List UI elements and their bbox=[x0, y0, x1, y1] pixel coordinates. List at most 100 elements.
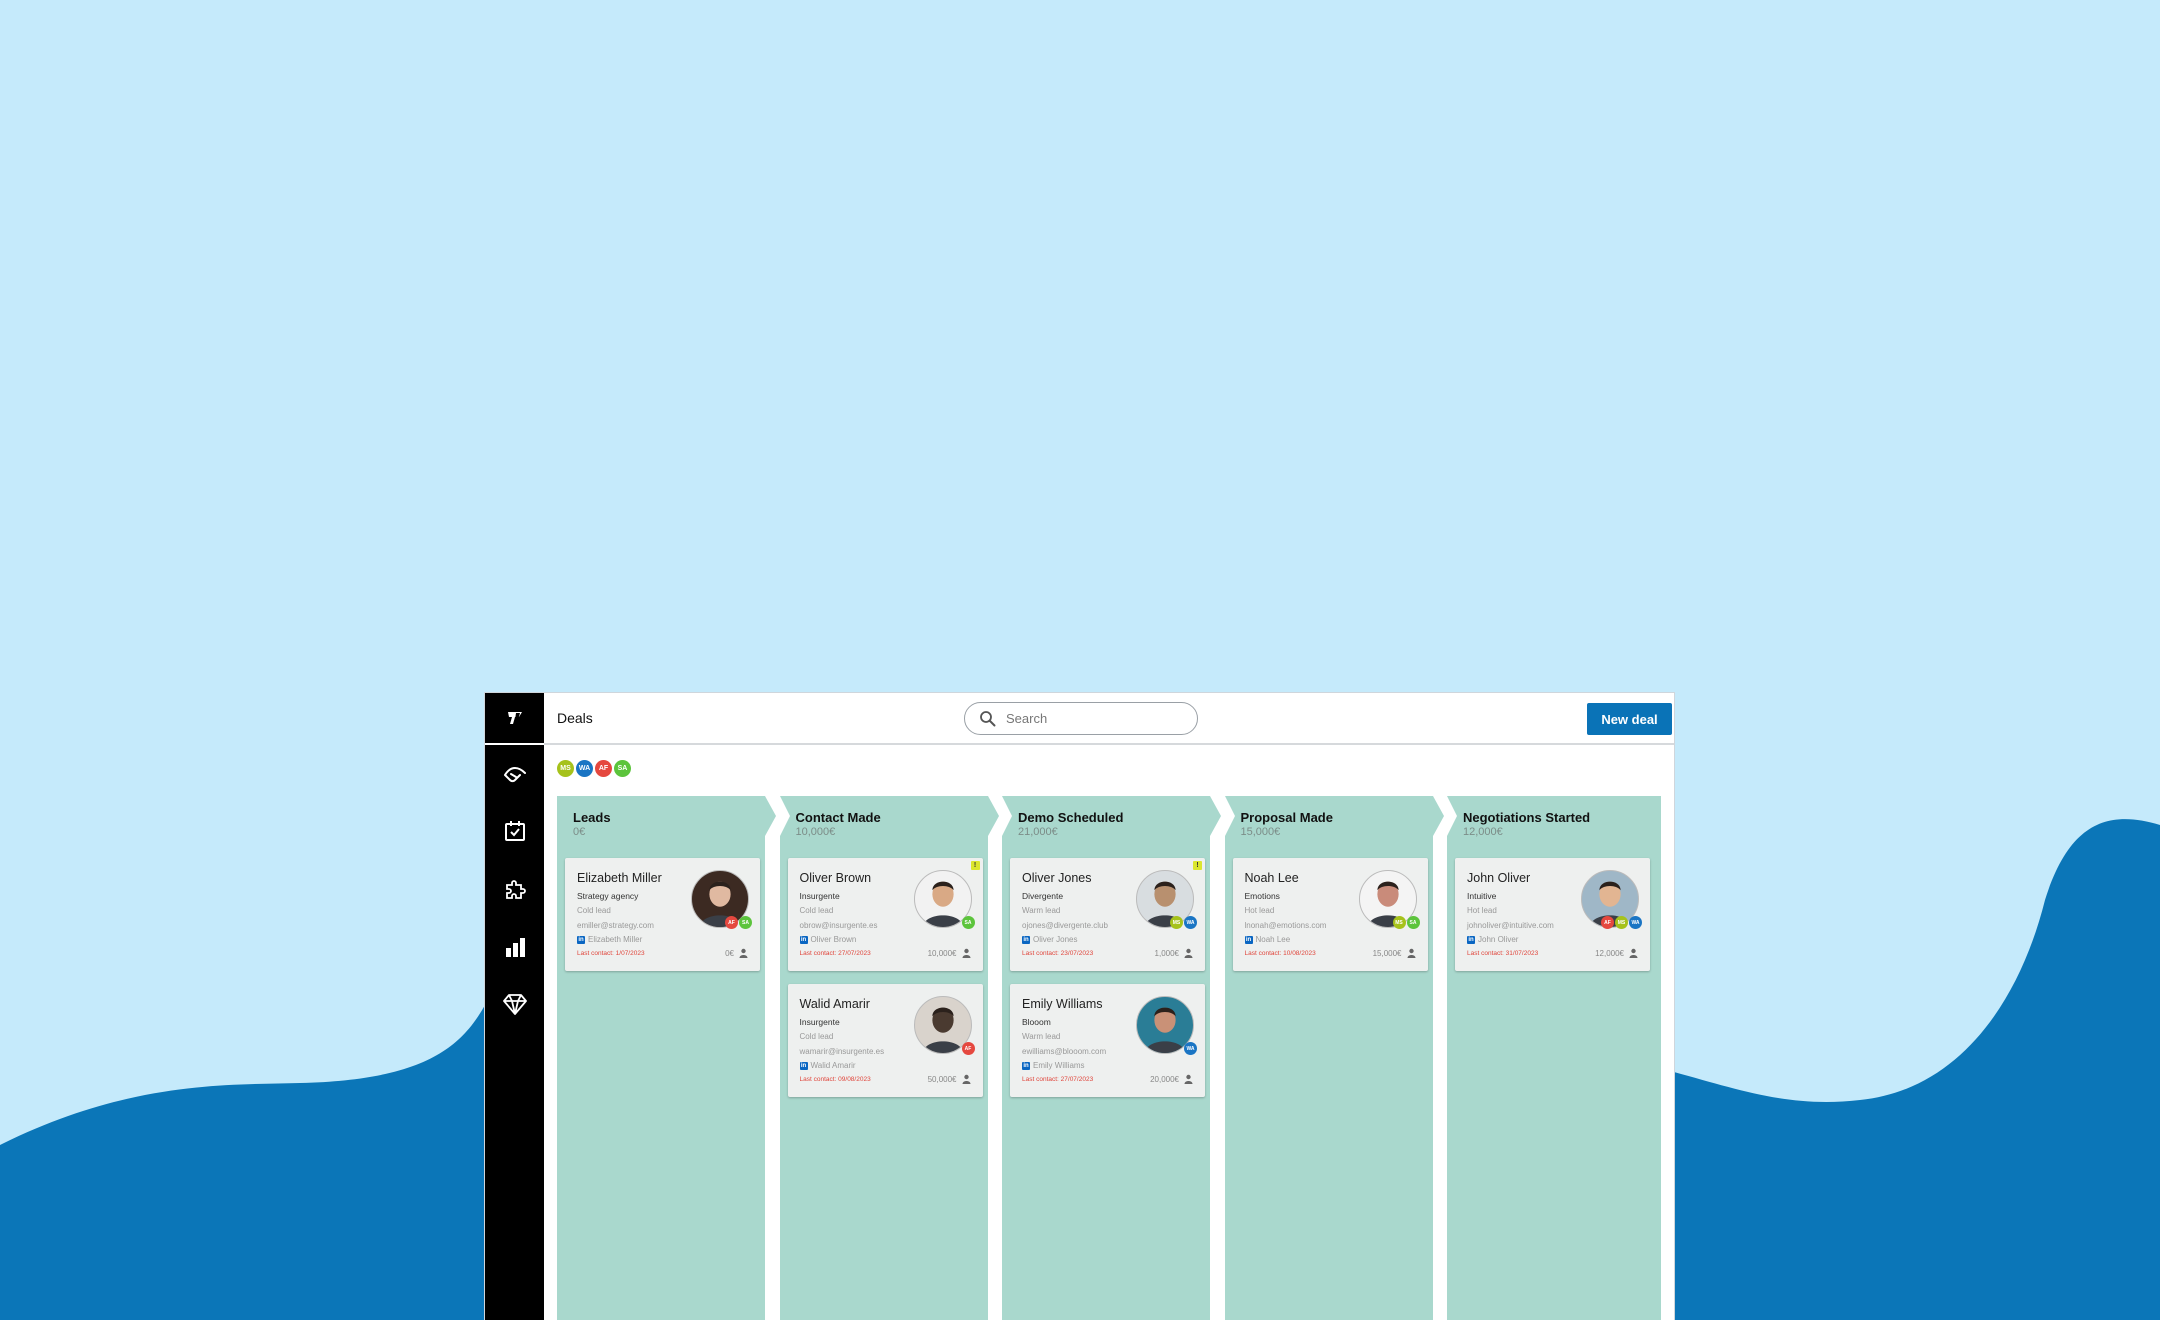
owner-badges: MS WA bbox=[1170, 916, 1197, 929]
last-contact: Last contact: 27/07/2023 bbox=[1022, 1076, 1094, 1083]
puzzle-icon bbox=[506, 880, 526, 899]
owner-icon[interactable] bbox=[1184, 948, 1193, 958]
contact-email[interactable]: ojones@divergente.club bbox=[1022, 921, 1108, 930]
pipeline-column: Leads 0€ Elizabeth Miller Strategy agency Co… bbox=[557, 796, 779, 1320]
owner-icon[interactable] bbox=[1629, 948, 1638, 958]
linkedin-name: Oliver Jones bbox=[1033, 935, 1078, 944]
owner-badge: MS bbox=[1615, 916, 1628, 929]
user-filter-chip[interactable]: SA bbox=[614, 760, 631, 777]
deal-amount: 12,000€ bbox=[1595, 949, 1624, 958]
new-deal-button[interactable]: New deal bbox=[1587, 703, 1672, 735]
deal-card[interactable]: Emily Williams Blooom Warm lead ewilliams@b… bbox=[1010, 984, 1205, 1097]
sidebar-item-integrations[interactable] bbox=[501, 875, 529, 903]
contact-email[interactable]: johnoliver@intuitive.com bbox=[1467, 921, 1554, 930]
sidebar-item-tasks[interactable] bbox=[501, 817, 529, 845]
last-contact: Last contact: 1/07/2023 bbox=[577, 950, 645, 957]
company-name: Strategy agency bbox=[577, 891, 639, 901]
contact-email[interactable]: emiller@strategy.com bbox=[577, 921, 654, 930]
lead-status: Warm lead bbox=[1022, 1032, 1061, 1041]
owner-badge: WA bbox=[1184, 1042, 1197, 1055]
alert-icon: ! bbox=[970, 861, 980, 870]
owner-badges: AF bbox=[961, 1042, 975, 1055]
contact-name: Oliver Jones bbox=[1022, 871, 1092, 885]
linkedin-link[interactable]: in John Oliver bbox=[1467, 935, 1518, 944]
app-logo[interactable] bbox=[485, 693, 544, 745]
owner-icon[interactable] bbox=[739, 948, 748, 958]
owner-badges: AF MS WA bbox=[1601, 916, 1642, 929]
user-filter-chips: MS WA AF SA bbox=[557, 760, 631, 777]
contact-email[interactable]: wamarir@insurgente.es bbox=[800, 1047, 885, 1056]
linkedin-link[interactable]: in Oliver Jones bbox=[1022, 935, 1077, 944]
linkedin-icon: in bbox=[577, 935, 585, 944]
company-name: Insurgente bbox=[799, 1017, 840, 1027]
owner-badge: SA bbox=[1406, 916, 1420, 929]
contact-name: Emily Williams bbox=[1022, 997, 1103, 1011]
deal-card[interactable]: Oliver Jones Divergente Warm lead ojones@di… bbox=[1010, 858, 1205, 971]
owner-icon[interactable] bbox=[1184, 1074, 1193, 1084]
pipeline-column: Negotiations Started 12,000€ John Oliver In… bbox=[1447, 796, 1669, 1320]
last-contact: Last contact: 23/07/2023 bbox=[1022, 950, 1094, 957]
contact-email[interactable]: obrow@insurgente.es bbox=[800, 921, 878, 930]
owner-icon[interactable] bbox=[1407, 948, 1416, 958]
deal-amount: 0€ bbox=[725, 949, 734, 958]
owner-badge: MS bbox=[1392, 916, 1406, 929]
company-name: Emotions bbox=[1244, 891, 1280, 901]
top-bar: Deals New deal bbox=[544, 693, 1674, 745]
last-contact: Last contact: 10/08/2023 bbox=[1244, 950, 1316, 957]
company-name: Blooom bbox=[1022, 1017, 1051, 1027]
linkedin-icon: in bbox=[1022, 935, 1030, 944]
user-filter-chip[interactable]: AF bbox=[595, 760, 612, 777]
deal-card[interactable]: John Oliver Intuitive Hot lead johnoliver@i… bbox=[1455, 858, 1650, 971]
owner-badge: MS bbox=[1170, 916, 1183, 929]
deal-card[interactable]: Noah Lee Emotions Hot lead lnonah@emotions.… bbox=[1232, 858, 1428, 971]
owner-icon[interactable] bbox=[962, 948, 971, 958]
linkedin-name: Walid Amarir bbox=[810, 1061, 856, 1070]
contact-name: Noah Lee bbox=[1244, 871, 1299, 885]
handshake-icon bbox=[504, 766, 526, 783]
deal-amount: 15,000€ bbox=[1372, 949, 1402, 958]
linkedin-link[interactable]: in Emily Williams bbox=[1022, 1061, 1085, 1070]
deal-amount: 10,000€ bbox=[927, 949, 957, 958]
bar-chart-icon bbox=[506, 938, 525, 957]
contact-email[interactable]: ewilliams@blooom.com bbox=[1022, 1047, 1106, 1056]
sidebar-item-premium[interactable] bbox=[501, 990, 529, 1018]
owner-badge: AF bbox=[1601, 916, 1614, 929]
linkedin-icon: in bbox=[1022, 1061, 1030, 1070]
pipeline-column: Demo Scheduled 21,000€ Oliver Jones Diverge… bbox=[1002, 796, 1224, 1320]
deal-card[interactable]: Elizabeth Miller Strategy agency Cold lead… bbox=[565, 858, 760, 971]
linkedin-link[interactable]: in Elizabeth Miller bbox=[577, 935, 642, 944]
linkedin-link[interactable]: in Walid Amarir bbox=[799, 1061, 856, 1070]
deal-amount: 20,000€ bbox=[1150, 1075, 1179, 1084]
search-box[interactable] bbox=[964, 702, 1198, 735]
linkedin-icon: in bbox=[799, 935, 808, 944]
user-filter-chip[interactable]: MS bbox=[557, 760, 574, 777]
deal-card[interactable]: Walid Amarir Insurgente Cold lead wamarir@i… bbox=[787, 984, 983, 1097]
company-name: Insurgente bbox=[799, 891, 840, 901]
linkedin-link[interactable]: in Noah Lee bbox=[1244, 935, 1291, 944]
sidebar-item-deals[interactable] bbox=[501, 760, 529, 788]
linkedin-icon: in bbox=[1467, 935, 1475, 944]
contact-name: Oliver Brown bbox=[799, 871, 872, 885]
owner-badge: WA bbox=[1184, 916, 1197, 929]
sidebar-item-reports[interactable] bbox=[501, 933, 529, 961]
linkedin-link[interactable]: in Oliver Brown bbox=[799, 935, 857, 944]
deal-card[interactable]: Oliver Brown Insurgente Cold lead obrow@ins… bbox=[787, 858, 983, 971]
contact-email[interactable]: lnonah@emotions.com bbox=[1245, 921, 1327, 930]
column-title: Negotiations Started bbox=[1463, 810, 1591, 825]
owner-icon[interactable] bbox=[962, 1074, 971, 1084]
search-input[interactable] bbox=[1004, 710, 1178, 727]
column-total: 0€ bbox=[573, 826, 586, 838]
pipeline-column: Proposal Made 15,000€ Noah Lee Emotions Hot … bbox=[1224, 796, 1447, 1320]
linkedin-name: Noah Lee bbox=[1255, 935, 1291, 944]
column-total: 15,000€ bbox=[1240, 826, 1281, 838]
pipeline-column: Contact Made 10,000€ Oliver Brown Insurgent… bbox=[779, 796, 1002, 1320]
owner-badge: AF bbox=[961, 1042, 975, 1055]
linkedin-name: Emily Williams bbox=[1033, 1061, 1085, 1070]
linkedin-name: Oliver Brown bbox=[810, 935, 857, 944]
owner-badges: AF SA bbox=[725, 916, 752, 929]
sidebar bbox=[485, 693, 544, 1320]
user-filter-chip[interactable]: WA bbox=[576, 760, 593, 777]
last-contact: Last contact: 27/07/2023 bbox=[799, 950, 871, 957]
company-name: Intuitive bbox=[1467, 891, 1497, 901]
logo-icon bbox=[507, 712, 522, 724]
